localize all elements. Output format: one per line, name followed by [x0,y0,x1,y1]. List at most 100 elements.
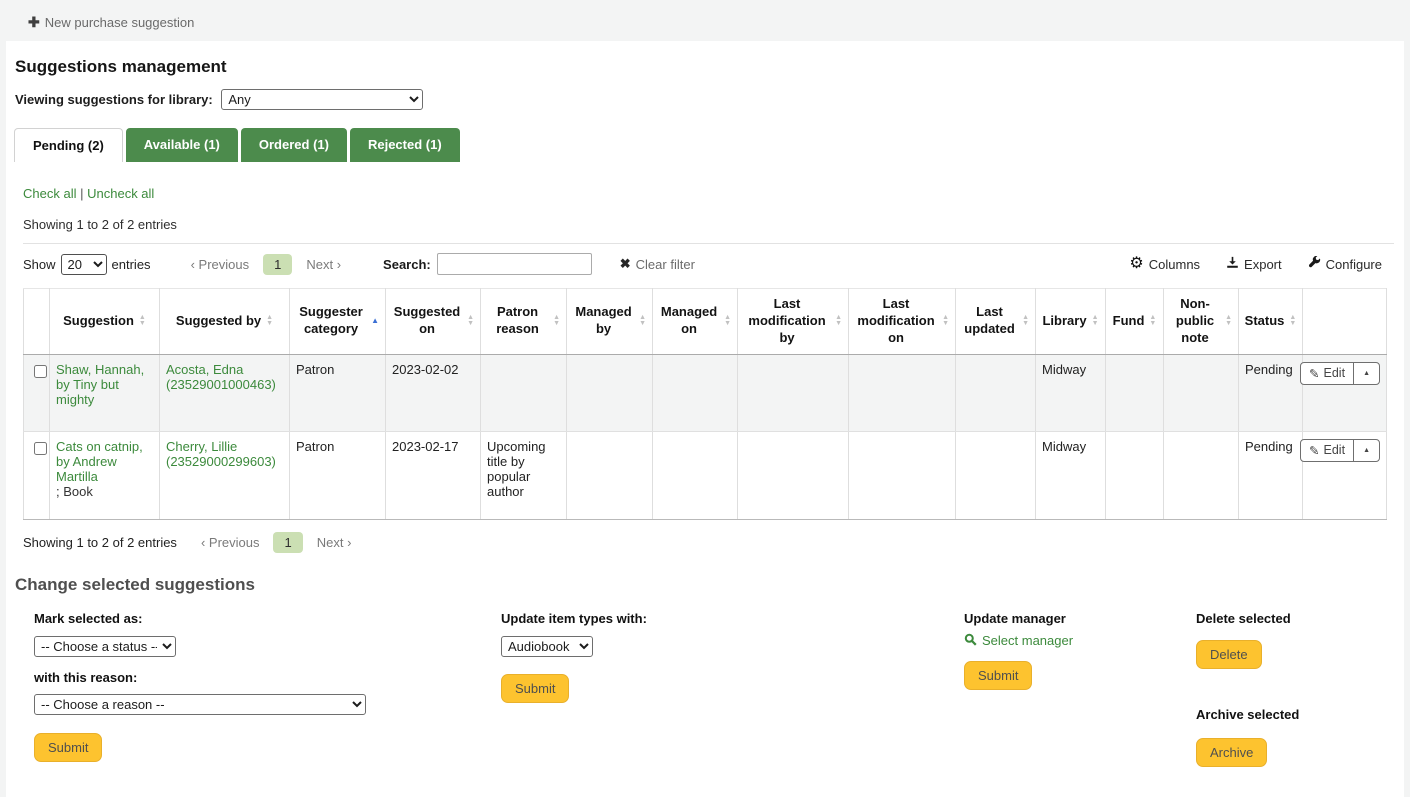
previous-page-button[interactable]: ‹ Previous [191,257,250,272]
search-control: Search: [383,253,592,275]
cell-suggested-on: 2023-02-17 [386,431,481,519]
page-title: Suggestions management [15,57,1394,77]
export-button[interactable]: Export [1226,256,1282,272]
sort-icon: ▲▼ [942,315,949,327]
search-input[interactable] [437,253,592,275]
header-status[interactable]: Status▲▼ [1239,289,1303,355]
edit-dropdown-toggle[interactable]: ▲ [1353,363,1379,384]
reason-select[interactable]: -- Choose a reason -- [34,694,366,715]
mark-submit-button[interactable]: Submit [34,733,102,762]
gear-icon: ⚙ [1129,256,1143,272]
previous-label: Previous [209,535,260,550]
check-links-separator: | [80,186,83,201]
manager-submit-button[interactable]: Submit [964,661,1032,690]
cell-managed-on [653,431,738,519]
cell-library: Midway [1036,431,1106,519]
chevron-right-icon: › [347,535,351,550]
header-managed-on[interactable]: Managed on▲▼ [653,289,738,355]
sort-icon: ▲▼ [724,315,731,327]
table-controls: Show 20 entries ‹ Previous 1 Next › Sear… [23,244,1394,287]
pencil-icon: ✎ [1309,366,1319,381]
edit-button[interactable]: ✎Edit [1301,363,1353,384]
cell-suggester-category: Patron [290,431,386,519]
previous-page-button[interactable]: ‹ Previous [201,535,260,550]
suggestion-link[interactable]: Shaw, Hannah, by Tiny but mighty [56,362,144,407]
cell-last-updated [956,431,1036,519]
entries-label: entries [112,257,151,272]
archive-button[interactable]: Archive [1196,738,1267,767]
edit-split-button: ✎Edit ▲ [1300,362,1380,385]
edit-button[interactable]: ✎Edit [1301,440,1353,461]
header-library[interactable]: Library▲▼ [1036,289,1106,355]
patron-link[interactable]: Cherry, Lillie (23529000299603) [166,439,276,469]
page-toolbar: ✚New purchase suggestion [0,0,1410,41]
sort-icon: ▲▼ [835,315,842,327]
cell-checkbox [24,431,50,519]
update-manager-label: Update manager [964,611,1196,626]
next-page-button[interactable]: Next › [317,535,352,550]
download-icon [1226,256,1239,272]
columns-button[interactable]: ⚙ Columns [1129,256,1200,272]
delete-button[interactable]: Delete [1196,640,1262,669]
show-label: Show [23,257,56,272]
row-checkbox[interactable] [34,442,47,455]
library-filter-select[interactable]: Any [221,89,423,110]
header-suggester-category[interactable]: Suggester category▲ [290,289,386,355]
patron-link[interactable]: Acosta, Edna (23529001000463) [166,362,276,392]
header-suggestion[interactable]: Suggestion▲▼ [50,289,160,355]
header-suggested-on[interactable]: Suggested on▲▼ [386,289,481,355]
status-select[interactable]: -- Choose a status -- [34,636,176,657]
cell-checkbox [24,354,50,431]
search-label: Search: [383,257,431,272]
main-content: Suggestions management Viewing suggestio… [6,41,1404,797]
tab-pending[interactable]: Pending (2) [14,128,123,162]
check-all-link[interactable]: Check all [23,186,76,201]
sort-icon: ▲▼ [1289,315,1296,327]
header-non-public-note[interactable]: Non-public note▲▼ [1164,289,1239,355]
cell-managed-on [653,354,738,431]
item-types-submit-button[interactable]: Submit [501,674,569,703]
configure-button[interactable]: Configure [1308,256,1382,272]
tab-ordered[interactable]: Ordered (1) [241,128,347,162]
edit-dropdown-toggle[interactable]: ▲ [1353,440,1379,461]
next-label: Next [306,257,333,272]
table-header-row: Suggestion▲▼ Suggested by▲▼ Suggester ca… [24,289,1387,355]
wrench-icon [1308,256,1321,272]
sort-icon: ▲▼ [1092,315,1099,327]
cell-managed-by [567,354,653,431]
tab-rejected[interactable]: Rejected (1) [350,128,460,162]
tab-available[interactable]: Available (1) [126,128,238,162]
showing-entries-top: Showing 1 to 2 of 2 entries [23,217,1394,232]
new-purchase-suggestion-label: New purchase suggestion [45,15,195,30]
header-last-modification-on[interactable]: Last modification on▲▼ [849,289,956,355]
delete-selected-label: Delete selected [1196,611,1394,626]
header-last-updated[interactable]: Last updated▲▼ [956,289,1036,355]
header-fund[interactable]: Fund▲▼ [1106,289,1164,355]
suggestion-link[interactable]: Cats on catnip, by Andrew Martilla [56,439,143,484]
row-checkbox[interactable] [34,365,47,378]
current-page-number[interactable]: 1 [263,254,292,275]
configure-label: Configure [1326,257,1382,272]
pencil-icon: ✎ [1309,443,1319,458]
page-length-select[interactable]: 20 [61,254,107,275]
header-managed-by[interactable]: Managed by▲▼ [567,289,653,355]
clear-filter-button[interactable]: ✖ Clear filter [620,256,695,272]
current-page-number[interactable]: 1 [273,532,302,553]
header-suggested-by[interactable]: Suggested by▲▼ [160,289,290,355]
header-last-modification-by[interactable]: Last modification by▲▼ [738,289,849,355]
uncheck-all-link[interactable]: Uncheck all [87,186,154,201]
cell-library: Midway [1036,354,1106,431]
new-purchase-suggestion-button[interactable]: ✚New purchase suggestion [28,15,194,30]
sort-icon: ▲▼ [1225,315,1232,327]
table-row: Cats on catnip, by Andrew Martilla; Book… [24,431,1387,519]
sort-icon: ▲▼ [266,315,273,327]
export-label: Export [1244,257,1282,272]
pagination-top: ‹ Previous 1 Next › [191,254,341,275]
next-page-button[interactable]: Next › [306,257,341,272]
chevron-left-icon: ‹ [191,257,195,272]
item-type-select[interactable]: Audiobook [501,636,593,657]
suggestion-itemtype: ; Book [56,484,93,499]
delete-archive-fieldset: Delete selected Delete Archive selected … [1196,611,1394,767]
header-patron-reason[interactable]: Patron reason▲▼ [481,289,567,355]
select-manager-link[interactable]: Select manager [964,633,1196,649]
